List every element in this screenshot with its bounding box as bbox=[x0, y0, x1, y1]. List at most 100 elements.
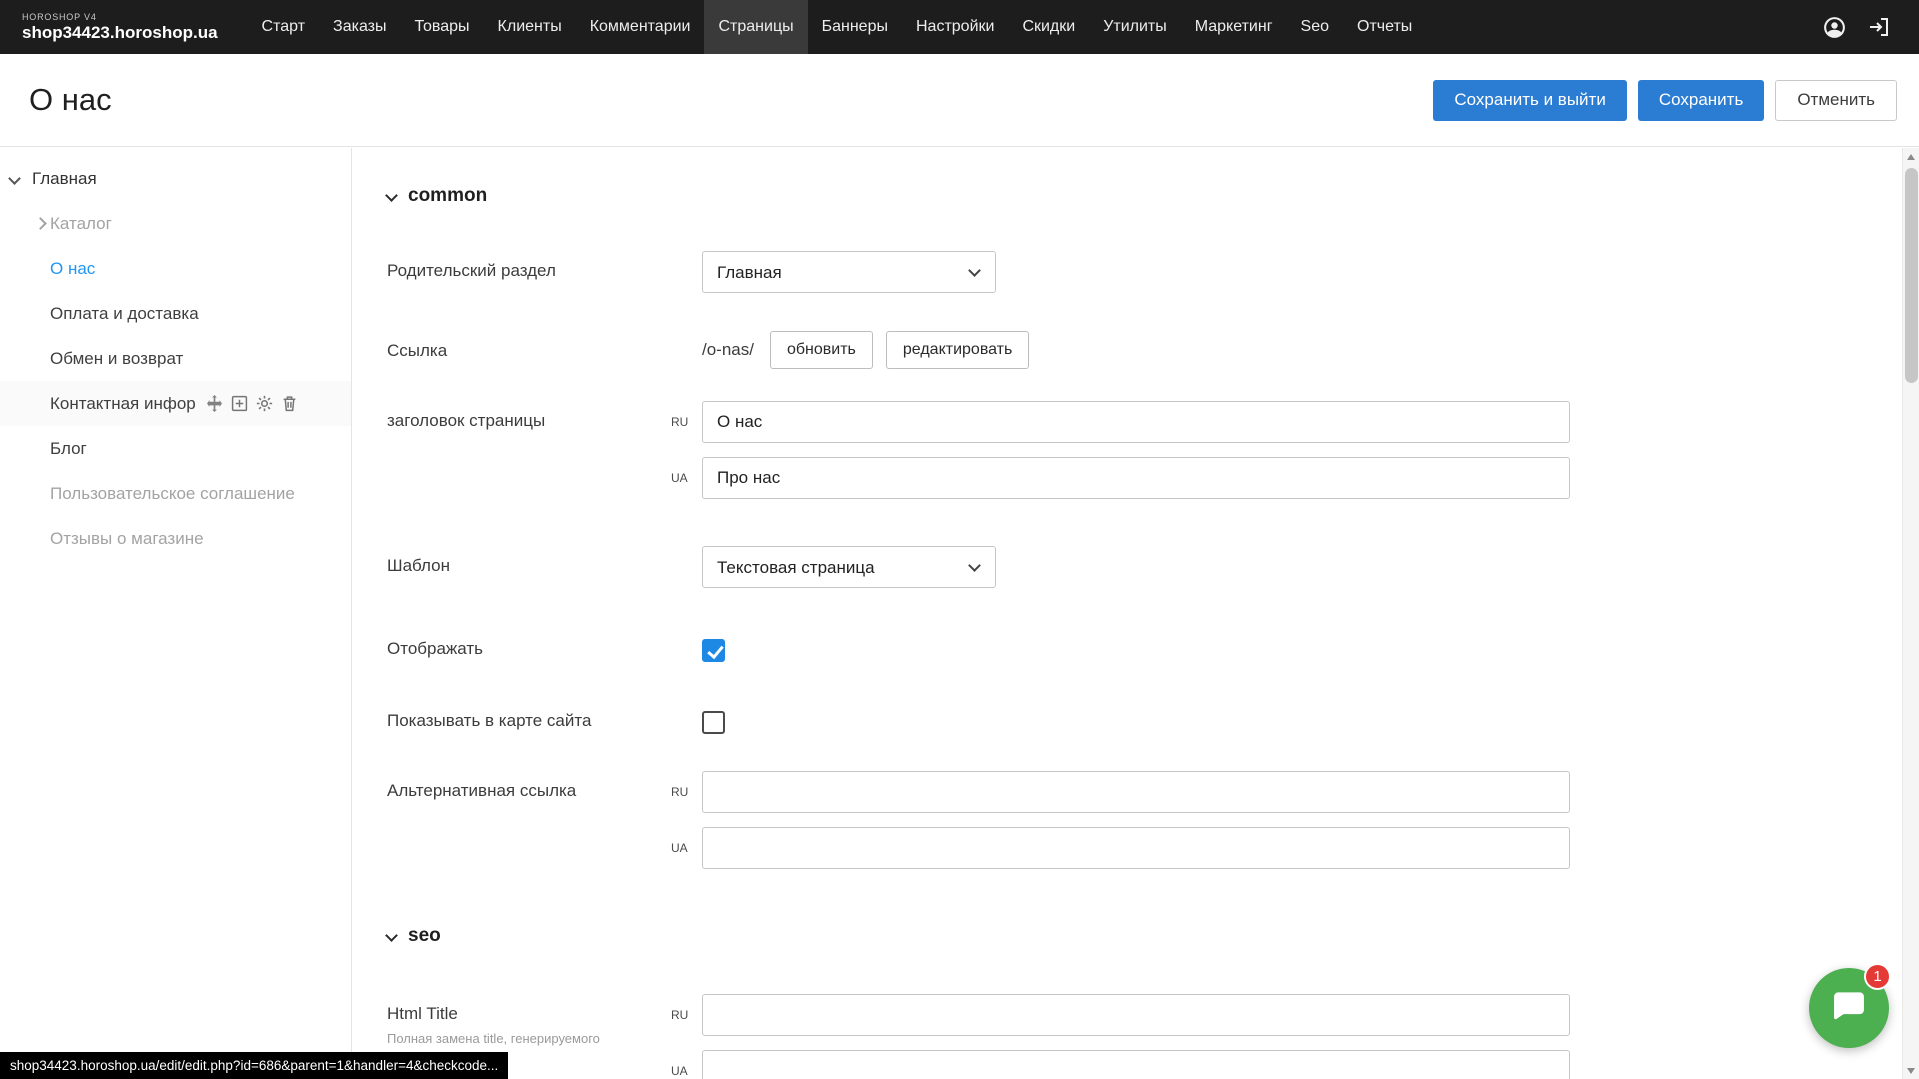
scroll-down-arrow-icon[interactable] bbox=[1903, 1062, 1919, 1079]
section-header-seo[interactable]: seo bbox=[387, 925, 1902, 947]
html-title-ua-input[interactable] bbox=[702, 1050, 1570, 1079]
field-label: Родительский раздел bbox=[387, 251, 702, 293]
lang-tag-ru: RU bbox=[671, 1008, 688, 1022]
move-icon[interactable] bbox=[206, 395, 223, 412]
pages-tree-sidebar: Главная Каталог О нас Оплата и доставка … bbox=[0, 148, 352, 1079]
sidebar-item-label: Обмен и возврат bbox=[50, 349, 183, 369]
nav-item-comments[interactable]: Комментарии bbox=[576, 0, 705, 54]
html-title-hint: Полная замена title, генерируемого bbox=[387, 1031, 702, 1048]
field-label: Ссылка bbox=[387, 331, 702, 369]
html-title-label: Html Title bbox=[387, 1004, 702, 1024]
chevron-down-icon[interactable] bbox=[8, 172, 21, 185]
nav-item-seo[interactable]: Seo bbox=[1287, 0, 1343, 54]
alt-link-ru-input[interactable] bbox=[702, 771, 1570, 813]
refresh-link-button[interactable]: обновить bbox=[770, 331, 873, 369]
sidebar-item-label: Оплата и доставка bbox=[50, 304, 199, 324]
trash-icon[interactable] bbox=[281, 395, 298, 412]
html-title-ru-input[interactable] bbox=[702, 994, 1570, 1036]
nav-item-marketing[interactable]: Маркетинг bbox=[1181, 0, 1287, 54]
sitemap-checkbox[interactable] bbox=[702, 711, 725, 734]
display-checkbox[interactable] bbox=[702, 639, 725, 662]
template-select[interactable]: Текстовая страница bbox=[702, 546, 996, 588]
lang-tag-ua: UA bbox=[671, 841, 688, 855]
save-button[interactable]: Сохранить bbox=[1638, 80, 1764, 121]
form-row-html-title: Html Title Полная замена title, генериру… bbox=[387, 994, 1902, 1079]
scroll-up-arrow-icon[interactable] bbox=[1903, 148, 1919, 165]
nav-item-clients[interactable]: Клиенты bbox=[484, 0, 576, 54]
sidebar-item-label: Главная bbox=[32, 169, 97, 189]
sidebar-item-kontaktnaya-informatsiya[interactable]: Контактная инфор bbox=[0, 381, 351, 426]
nav-item-orders[interactable]: Заказы bbox=[319, 0, 400, 54]
vertical-scrollbar[interactable] bbox=[1902, 148, 1919, 1079]
nav-item-discounts[interactable]: Скидки bbox=[1008, 0, 1089, 54]
add-page-icon[interactable] bbox=[231, 395, 248, 412]
lang-tag-ua: UA bbox=[671, 1064, 688, 1078]
form-row-display: Отображать bbox=[387, 635, 1902, 662]
nav-item-reports[interactable]: Отчеты bbox=[1343, 0, 1426, 54]
section-title: seo bbox=[408, 925, 441, 947]
parent-section-select[interactable]: Главная bbox=[702, 251, 996, 293]
chevron-down-icon bbox=[385, 929, 398, 942]
page-title: О нас bbox=[29, 82, 112, 118]
field-label: заголовок страницы bbox=[387, 401, 702, 499]
sidebar-item-label: Контактная инфор bbox=[50, 394, 196, 414]
template-select-control[interactable]: Текстовая страница bbox=[702, 546, 996, 588]
field-label: Шаблон bbox=[387, 546, 702, 588]
sidebar-item-o-nas[interactable]: О нас bbox=[0, 246, 351, 291]
nav-item-products[interactable]: Товары bbox=[401, 0, 484, 54]
user-account-icon[interactable] bbox=[1822, 15, 1847, 40]
nav-item-start[interactable]: Старт bbox=[248, 0, 319, 54]
logout-icon[interactable] bbox=[1867, 15, 1891, 39]
page-header: О нас Сохранить и выйти Сохранить Отмени… bbox=[0, 54, 1919, 147]
chat-launcher-button[interactable]: 1 bbox=[1809, 968, 1889, 1048]
chevron-down-icon bbox=[385, 189, 398, 202]
page-edit-form: common Родительский раздел Главная Ссылк… bbox=[353, 148, 1902, 1079]
section-header-common[interactable]: common bbox=[387, 185, 1902, 207]
sidebar-item-obmen-i-vozvrat[interactable]: Обмен и возврат bbox=[0, 336, 351, 381]
tree-item-actions bbox=[206, 395, 298, 412]
parent-section-select-control[interactable]: Главная bbox=[702, 251, 996, 293]
nav-item-banners[interactable]: Баннеры bbox=[808, 0, 902, 54]
nav-item-settings[interactable]: Настройки bbox=[902, 0, 1008, 54]
cancel-button[interactable]: Отменить bbox=[1775, 80, 1897, 121]
sidebar-item-label: Блог bbox=[50, 439, 87, 459]
form-row-alt-link: Альтернативная ссылка RU UA bbox=[387, 771, 1902, 869]
top-navbar: HOROSHOP V4 shop34423.horoshop.ua Старт … bbox=[0, 0, 1919, 54]
sidebar-item-katalog[interactable]: Каталог bbox=[0, 201, 351, 246]
form-row-sitemap: Показывать в карте сайта bbox=[387, 707, 1902, 734]
app-logo[interactable]: HOROSHOP V4 shop34423.horoshop.ua bbox=[0, 0, 248, 54]
sidebar-item-oplata-i-dostavka[interactable]: Оплата и доставка bbox=[0, 291, 351, 336]
chat-unread-badge: 1 bbox=[1864, 963, 1891, 990]
page-title-ru-input[interactable] bbox=[702, 401, 1570, 443]
edit-link-button[interactable]: редактировать bbox=[886, 331, 1029, 369]
nav-item-pages[interactable]: Страницы bbox=[704, 0, 807, 54]
gear-icon[interactable] bbox=[256, 395, 273, 412]
sidebar-item-otzyvy-o-magazine[interactable]: Отзывы о магазине bbox=[0, 516, 351, 561]
form-row-template: Шаблон Текстовая страница bbox=[387, 546, 1902, 588]
sidebar-item-label: О нас bbox=[50, 259, 95, 279]
logo-shop-name: shop34423.horoshop.ua bbox=[22, 23, 218, 43]
sidebar-item-label: Каталог bbox=[50, 214, 112, 234]
sidebar-item-label: Отзывы о магазине bbox=[50, 529, 204, 549]
lang-tag-ua: UA bbox=[671, 471, 688, 485]
chat-bubble-icon bbox=[1830, 987, 1868, 1030]
page-title-ua-input[interactable] bbox=[702, 457, 1570, 499]
scrollbar-thumb[interactable] bbox=[1905, 168, 1918, 383]
sidebar-item-blog[interactable]: Блог bbox=[0, 426, 351, 471]
lang-tag-ru: RU bbox=[671, 415, 688, 429]
field-label: Альтернативная ссылка bbox=[387, 771, 702, 869]
nav-right-actions bbox=[1822, 0, 1919, 54]
save-and-exit-button[interactable]: Сохранить и выйти bbox=[1433, 80, 1626, 121]
sidebar-item-glavnaya[interactable]: Главная bbox=[0, 156, 351, 201]
nav-item-utilities[interactable]: Утилиты bbox=[1089, 0, 1181, 54]
form-row-page-title: заголовок страницы RU UA bbox=[387, 401, 1902, 499]
nav-menu: Старт Заказы Товары Клиенты Комментарии … bbox=[248, 0, 1427, 54]
chevron-right-icon[interactable] bbox=[34, 217, 47, 230]
sidebar-item-label: Пользовательское соглашение bbox=[50, 484, 295, 504]
field-label: Отображать bbox=[387, 635, 702, 662]
alt-link-ua-input[interactable] bbox=[702, 827, 1570, 869]
sidebar-item-polzovatelskoe-soglashenie[interactable]: Пользовательское соглашение bbox=[0, 471, 351, 516]
form-row-parent-section: Родительский раздел Главная bbox=[387, 251, 1902, 293]
link-path-value: /o-nas/ bbox=[702, 340, 754, 360]
lang-tag-ru: RU bbox=[671, 785, 688, 799]
